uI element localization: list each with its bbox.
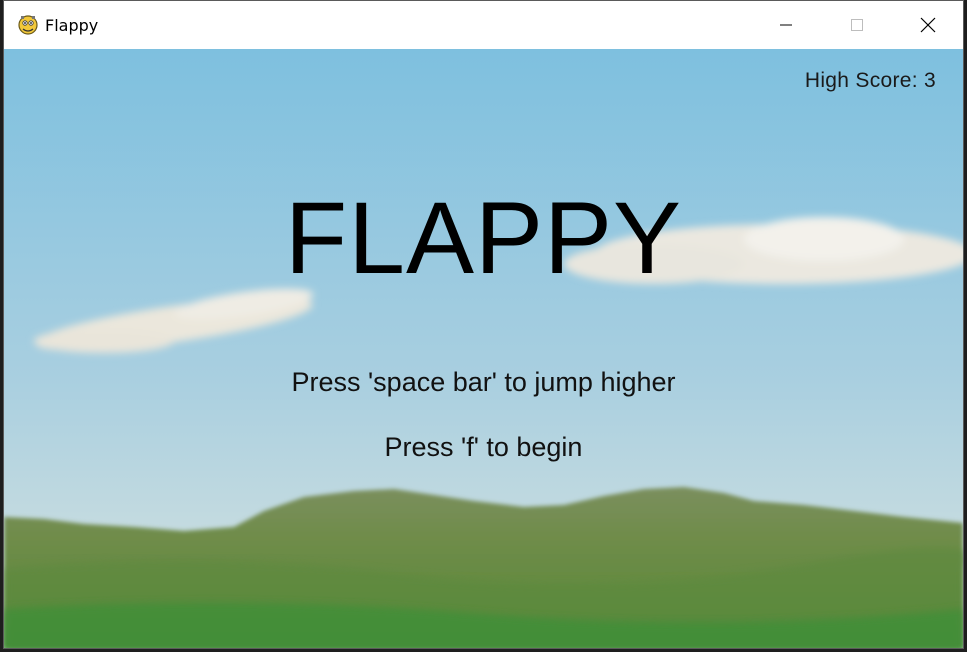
close-button[interactable] (892, 1, 963, 49)
minimize-icon (779, 24, 792, 26)
close-icon (920, 17, 935, 33)
app-window: Flappy High Score: 3 FLAPPY Press 'space… (3, 0, 964, 649)
start-instruction: Press 'f' to begin (384, 432, 583, 462)
title-bar[interactable]: Flappy (4, 1, 963, 49)
game-title: FLAPPY (284, 181, 683, 295)
maximize-button[interactable] (821, 1, 892, 49)
minimize-button[interactable] (750, 1, 821, 49)
game-background (4, 49, 963, 648)
pygame-snake-icon (18, 15, 38, 35)
high-score-label: High Score: 3 (804, 69, 936, 92)
window-title: Flappy (45, 15, 99, 35)
window-controls (750, 1, 963, 49)
game-canvas[interactable]: High Score: 3 FLAPPY Press 'space bar' t… (4, 49, 963, 648)
jump-instruction: Press 'space bar' to jump higher (291, 367, 676, 397)
maximize-icon (850, 19, 863, 31)
